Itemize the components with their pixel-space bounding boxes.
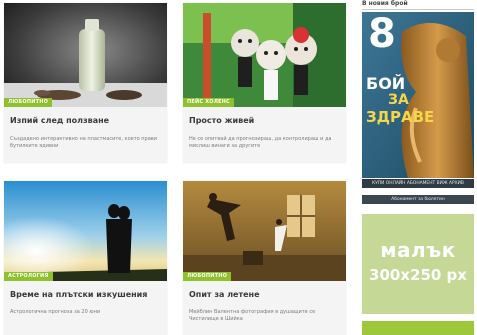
article-image-couple[interactable] bbox=[4, 181, 167, 281]
newsletter-subscribe-button[interactable]: Абонамент за бюлетин bbox=[362, 195, 474, 204]
ad-line-1: малък bbox=[380, 238, 456, 262]
cover-headline-1: БОЙ bbox=[366, 74, 406, 93]
article-image-bottle[interactable] bbox=[4, 3, 167, 107]
category-tag[interactable]: ЛЮБОПИТНО bbox=[183, 272, 232, 281]
article-excerpt: Мейблин Валентна фотография в душащите с… bbox=[189, 309, 316, 322]
article-title[interactable]: Опит за летене bbox=[189, 290, 340, 299]
category-tag[interactable]: АСТРОЛОГИЯ bbox=[4, 272, 53, 281]
sidebar-section-title: В новия брой bbox=[362, 0, 408, 7]
ad-banner-placeholder[interactable]: малък 300x250 px bbox=[362, 214, 474, 314]
article-card-2[interactable]: ПЕЙС ХОЛЕНС Просто живей Не се опитвай д… bbox=[183, 3, 346, 163]
article-title[interactable]: Просто живей bbox=[189, 116, 340, 125]
cover-headline-3: ЗДРАВЕ bbox=[366, 108, 435, 126]
article-card-1[interactable]: ЛЮБОПИТНО Изпий след ползване Създадено … bbox=[4, 3, 167, 163]
section-divider bbox=[362, 9, 474, 10]
article-image-puppets[interactable] bbox=[183, 3, 346, 107]
cover-logo: 8 bbox=[368, 12, 396, 57]
magazine-cover[interactable]: 8 БОЙ ЗА ЗДРАВЕ bbox=[362, 12, 474, 178]
article-image-flight[interactable] bbox=[183, 181, 346, 281]
article-excerpt: Създадено интерактивно на пластмасите, к… bbox=[10, 136, 157, 149]
sidebar-green-strip bbox=[362, 321, 474, 335]
ad-line-2: 300x250 px bbox=[369, 266, 467, 284]
cover-action-links[interactable]: КУПИ ОНЛАЙН АБОНАМЕНТ ВИЖ АРХИВ bbox=[362, 179, 474, 188]
category-tag[interactable]: ЛЮБОПИТНО bbox=[4, 98, 53, 107]
cover-headline-2: ЗА bbox=[388, 92, 409, 108]
category-tag[interactable]: ПЕЙС ХОЛЕНС bbox=[183, 98, 234, 107]
article-excerpt: Не се опитвай да прогнозираш, да контрол… bbox=[189, 136, 332, 149]
article-excerpt: Астрологична прогноза за 20 юни bbox=[10, 309, 101, 315]
article-card-3[interactable]: АСТРОЛОГИЯ Време на плътски изкушения Ас… bbox=[4, 181, 167, 335]
article-card-4[interactable]: ЛЮБОПИТНО Опит за летене Мейблин Валентн… bbox=[183, 181, 346, 335]
article-title[interactable]: Време на плътски изкушения bbox=[10, 290, 161, 299]
article-title[interactable]: Изпий след ползване bbox=[10, 116, 161, 125]
